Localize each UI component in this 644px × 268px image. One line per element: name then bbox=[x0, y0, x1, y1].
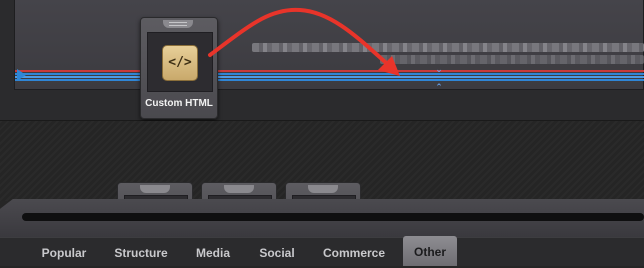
drag-grip-icon[interactable] bbox=[308, 185, 338, 193]
chevron-up-icon[interactable]: ⌃ bbox=[434, 82, 444, 92]
tab-structure[interactable]: Structure bbox=[108, 238, 174, 266]
drag-grip-icon[interactable] bbox=[224, 185, 254, 193]
widget-label: Custom HTML bbox=[145, 98, 213, 109]
editor-canvas: ⌄ ⌃ bbox=[0, 0, 644, 121]
widget-category-tabs: Popular Structure Media Social Commerce … bbox=[0, 236, 644, 266]
tab-commerce[interactable]: Commerce bbox=[314, 238, 394, 266]
drop-start-marker-icon bbox=[17, 69, 26, 81]
drag-grip-icon[interactable] bbox=[140, 185, 170, 193]
tab-social[interactable]: Social bbox=[252, 238, 302, 266]
widget-tray-slot bbox=[22, 213, 644, 221]
drag-grip-icon[interactable] bbox=[163, 20, 193, 28]
tab-popular[interactable]: Popular bbox=[32, 238, 96, 266]
chevron-down-icon[interactable]: ⌄ bbox=[434, 64, 444, 74]
widget-icon-frame: </> bbox=[147, 32, 213, 92]
custom-html-widget[interactable]: </> Custom HTML bbox=[140, 17, 218, 119]
code-brackets-icon: </> bbox=[162, 45, 198, 81]
tab-other[interactable]: Other bbox=[403, 236, 457, 266]
drop-target-line[interactable] bbox=[15, 69, 644, 82]
blurred-content-row bbox=[252, 43, 644, 52]
blurred-content-row-2 bbox=[380, 55, 644, 64]
tab-media[interactable]: Media bbox=[186, 238, 240, 266]
